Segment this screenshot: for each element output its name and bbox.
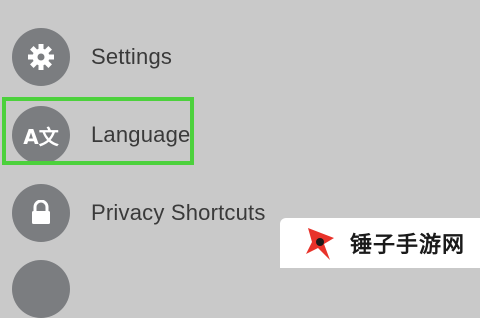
highlight-box bbox=[2, 97, 194, 165]
lock-icon bbox=[12, 184, 70, 242]
menu-item-label: Privacy Shortcuts bbox=[91, 200, 266, 225]
menu-item-label: Settings bbox=[91, 44, 173, 69]
watermark-text: 锤子手游网 bbox=[350, 233, 466, 258]
gear-icon bbox=[12, 28, 70, 86]
menu-item-settings[interactable]: Settings bbox=[0, 28, 480, 86]
watermark: 锤子手游网 bbox=[280, 218, 480, 268]
menu-item-icon bbox=[12, 260, 70, 318]
star-logo-icon bbox=[306, 228, 334, 260]
